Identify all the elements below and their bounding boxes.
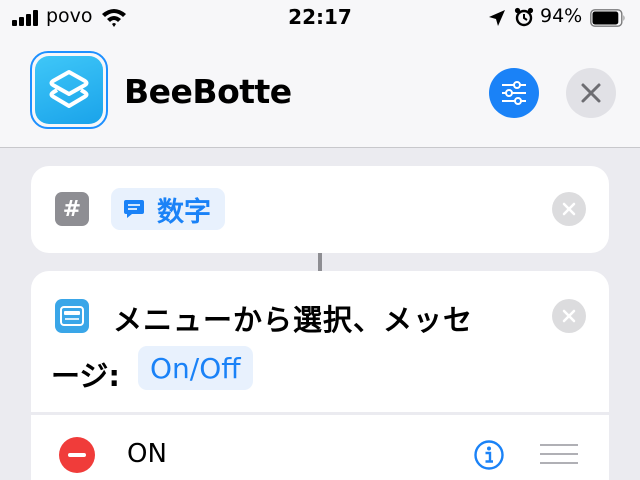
close-button[interactable] <box>566 68 616 118</box>
shortcuts-layers-icon <box>35 56 103 124</box>
location-arrow-icon <box>489 10 505 26</box>
action-description: メニューから選択、メッセ <box>113 303 474 337</box>
settings-button[interactable] <box>489 68 539 118</box>
divider <box>31 412 609 415</box>
battery-icon <box>590 9 625 27</box>
top-bar: povo 22:17 94% BeeBotte <box>0 0 640 148</box>
choose-from-menu-icon <box>55 299 89 333</box>
shortcut-title[interactable]: BeeBotte <box>124 72 292 111</box>
close-icon <box>581 83 601 103</box>
message-bubble-icon <box>124 200 144 218</box>
reorder-handle[interactable] <box>540 444 578 466</box>
close-icon <box>562 309 576 323</box>
number-action-card[interactable]: # 数字 <box>31 166 609 253</box>
app-icon[interactable] <box>30 51 108 129</box>
number-hash-icon: # <box>55 192 89 226</box>
sliders-icon <box>502 81 526 105</box>
status-bar: povo 22:17 94% <box>0 0 640 36</box>
menu-option-label[interactable]: ON <box>127 439 167 469</box>
remove-action-button[interactable] <box>552 192 586 226</box>
remove-action-button[interactable] <box>552 299 586 333</box>
flow-connector <box>318 253 322 271</box>
info-icon[interactable] <box>473 439 505 471</box>
close-icon <box>562 202 576 216</box>
delete-option-button[interactable] <box>59 437 95 473</box>
variable-label: 数字 <box>157 196 211 228</box>
choose-from-menu-card[interactable]: メニューから選択、メッセ ージ: On/Off ON <box>31 271 609 480</box>
alarm-icon <box>514 7 534 27</box>
action-description-continued: ージ: <box>51 359 121 393</box>
battery-percentage: 94% <box>540 5 583 27</box>
prompt-parameter[interactable]: On/Off <box>138 346 253 390</box>
variable-pill[interactable]: 数字 <box>111 188 225 230</box>
minus-icon <box>68 453 86 457</box>
